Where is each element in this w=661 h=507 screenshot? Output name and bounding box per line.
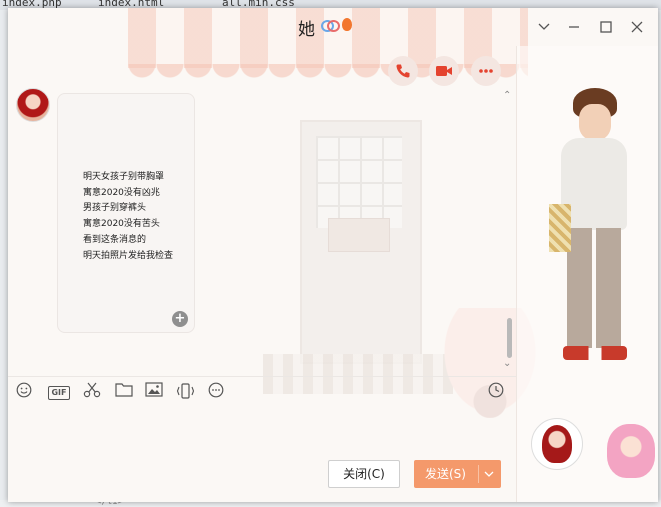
history-clock-icon[interactable] xyxy=(486,382,506,400)
contact-avatar[interactable] xyxy=(531,418,583,470)
message-bubble[interactable]: 明天女孩子别带胸罩 寓意2020没有凶兆 男孩子别穿裤头 寓意2020没有苦头 … xyxy=(57,93,195,333)
close-icon[interactable] xyxy=(625,16,649,38)
input-toolbar: GIF xyxy=(8,376,516,405)
close-button[interactable]: 关闭(C) xyxy=(328,460,400,488)
scissors-icon[interactable] xyxy=(82,382,102,400)
emoji-icon[interactable] xyxy=(14,382,34,400)
scroll-down-icon[interactable]: ⌄ xyxy=(503,358,511,369)
title-badges xyxy=(321,18,352,34)
sender-avatar[interactable] xyxy=(16,88,50,122)
scroll-up-icon[interactable]: ⌃ xyxy=(503,90,511,101)
chat-scrollbar[interactable] xyxy=(507,318,512,358)
message-line: 男孩子别穿裤头 xyxy=(83,203,147,214)
door-sign-decoration xyxy=(328,218,390,252)
fire-icon xyxy=(342,18,352,31)
more-icon[interactable] xyxy=(471,56,501,86)
contact-show-character xyxy=(549,88,639,408)
message-line: 寓意2020没有凶兆 xyxy=(83,187,160,198)
more-options-icon[interactable] xyxy=(206,382,226,400)
message-line: 寓意2020没有苦头 xyxy=(83,219,160,230)
message-line: 看到这条消息的 xyxy=(83,234,147,245)
maximize-icon[interactable] xyxy=(594,16,618,38)
self-avatar-image xyxy=(607,424,655,478)
message-input[interactable] xyxy=(8,404,516,454)
message-line: 明天女孩子别带胸罩 xyxy=(83,172,165,182)
message-line: 明天拍照片发给我检查 xyxy=(83,250,174,261)
character-shoes xyxy=(563,346,627,360)
title-bar: 她 xyxy=(8,8,658,46)
character-bag xyxy=(549,204,571,252)
minimize-icon[interactable] xyxy=(562,16,586,38)
send-button-divider xyxy=(478,465,479,483)
phone-icon[interactable] xyxy=(388,56,418,86)
chat-window: 她 明天女孩子别带胸罩 寓意2020没有凶兆 男孩子别穿裤头 寓意2020没有苦… xyxy=(8,8,658,502)
awning-edge-decoration xyxy=(128,64,528,78)
window-title: 她 xyxy=(298,20,315,40)
message-text: 明天女孩子别带胸罩 寓意2020没有凶兆 男孩子别穿裤头 寓意2020没有苦头 … xyxy=(83,170,173,264)
folder-icon[interactable] xyxy=(114,382,134,400)
gif-label: GIF xyxy=(48,386,70,400)
show-panel xyxy=(516,46,658,502)
self-avatar[interactable] xyxy=(603,418,658,480)
door-window-decoration xyxy=(316,136,402,228)
send-options-chevron-icon[interactable] xyxy=(484,460,494,490)
contact-avatar-image xyxy=(542,425,572,463)
image-icon[interactable] xyxy=(144,382,164,400)
send-button[interactable]: 发送(S) xyxy=(414,460,501,488)
linked-rings-icon xyxy=(321,18,340,32)
chevron-down-icon[interactable] xyxy=(532,16,556,38)
character-pants xyxy=(567,228,621,348)
gif-icon[interactable]: GIF xyxy=(46,382,72,400)
video-icon[interactable] xyxy=(429,56,459,86)
send-button-label: 发送(S) xyxy=(425,467,466,481)
zoom-in-icon[interactable]: + xyxy=(172,311,188,327)
shake-icon[interactable] xyxy=(175,382,195,400)
door-decoration xyxy=(300,120,422,364)
character-face xyxy=(579,104,611,140)
